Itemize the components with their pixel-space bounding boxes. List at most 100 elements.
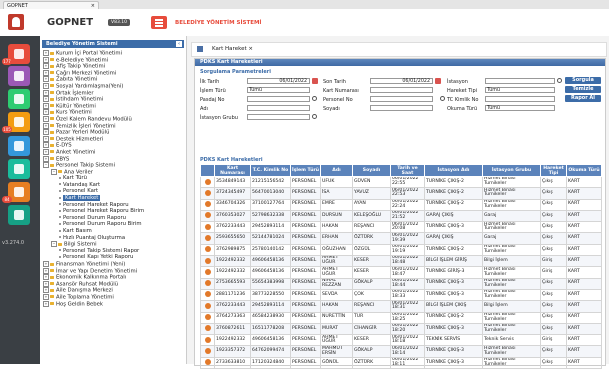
row-action-cell[interactable] [200,221,215,234]
sidebar-item[interactable]: + Sosyal Yardımlaşma(Yeni) [43,82,186,90]
search-icon[interactable] [312,114,317,119]
expand-icon[interactable]: + [43,129,49,136]
expand-icon[interactable]: + [43,267,49,274]
table-row[interactable]: 1922492332 49606458136 PERSONEL AHMET UĞUR K… [200,255,602,268]
sidebar-item[interactable]: + Zabıta Yönetimi [43,76,186,83]
collapse-icon[interactable]: − [51,241,57,248]
sidebar-item[interactable]: + Kurs Yönetimi [43,109,186,116]
expand-icon[interactable]: + [43,155,49,162]
detail-icon[interactable] [204,268,211,275]
okuma-turu-select[interactable]: Tümü [485,105,555,111]
expand-icon[interactable]: + [43,76,49,83]
sidebar-item[interactable]: + Özel Kalem Randevu Modülü [43,115,186,123]
row-action-cell[interactable] [200,243,215,257]
search-icon[interactable] [557,78,562,83]
sidebar-item[interactable]: + Aile Danışma Merkezi [43,287,186,294]
row-action-cell[interactable] [200,288,215,302]
detail-icon[interactable] [204,234,211,241]
detail-icon[interactable] [204,178,211,185]
istasyon-input[interactable] [485,78,555,84]
sidebar-item[interactable]: + Ekonomik Kalkınma Portalı [43,274,186,281]
settings-app-icon[interactable] [8,205,30,225]
expand-icon[interactable]: + [43,122,49,129]
ilk-tarih-input[interactable]: 06/01/2022 [247,78,310,84]
sidebar-item[interactable]: Vatandaş Kart [43,182,186,189]
expand-icon[interactable]: + [43,293,49,300]
row-action-cell[interactable] [200,255,215,268]
detail-icon[interactable] [204,189,211,196]
table-row[interactable]: 3534849143 21215156542 PERSONEL UFUK GÜVEN 06… [200,175,602,189]
row-action-cell[interactable] [200,198,215,211]
collapse-icon[interactable]: ‹ [176,41,182,47]
row-action-cell[interactable] [200,345,215,358]
chart-app-icon[interactable] [8,89,30,109]
detail-icon[interactable] [204,223,211,230]
expand-icon[interactable]: + [43,63,49,70]
column-header[interactable]: Tarih ve Saat [390,164,425,177]
sidebar-item[interactable]: + İstihdam Yönetimi [43,96,186,103]
search-icon[interactable] [440,96,445,101]
expand-icon[interactable]: + [43,280,49,287]
detail-icon[interactable] [204,257,211,264]
expand-icon[interactable]: + [43,261,49,267]
expand-icon[interactable]: + [43,96,49,103]
search-icon[interactable] [312,96,317,101]
expand-icon[interactable]: + [43,56,49,63]
tc-input[interactable] [485,96,555,102]
detail-icon[interactable] [204,246,211,253]
detail-icon[interactable] [204,302,211,309]
sidebar-item[interactable]: + Ortak İşlemler [43,89,186,97]
column-header[interactable] [200,164,215,177]
table-row[interactable]: 3724345497 56470013040 PERSONEL İSA YAVUZ 06/… [200,187,602,200]
column-header[interactable]: İşlem Türü [290,164,321,177]
sidebar-item[interactable]: Personel Durum Raporu [43,215,186,222]
expand-icon[interactable]: + [43,135,49,142]
detail-icon[interactable] [204,347,211,354]
row-action-cell[interactable] [200,334,215,347]
expand-icon[interactable]: + [43,142,49,149]
users-app-icon[interactable] [8,66,30,86]
calendar-icon[interactable] [312,78,318,84]
istasyon-grubu-input[interactable] [247,114,310,120]
sidebar-item[interactable]: + Destek Hizmetleri [43,135,186,143]
sidebar-item[interactable]: Personel Hareket Raporu Birim [43,208,186,215]
row-action-cell[interactable] [200,232,215,245]
detail-icon[interactable] [204,201,211,208]
son-tarih-input[interactable]: 06/01/2022 [370,78,433,84]
detail-icon[interactable] [204,212,211,219]
column-header[interactable]: İstasyon Adı [424,164,483,177]
expand-icon[interactable]: + [43,148,49,155]
detail-icon[interactable] [204,325,211,332]
sidebar-item[interactable]: + EBYS [43,155,186,163]
personel-no-input[interactable] [370,96,433,102]
collapse-icon[interactable]: − [51,168,57,175]
expand-icon[interactable]: + [43,109,49,116]
sidebar-item[interactable]: + e-Belediye Yönetimi [43,56,186,64]
sidebar-item[interactable]: + Kültür Yönetimi [43,102,186,110]
sidebar-item[interactable]: Kart Türü [43,175,186,182]
table-row[interactable]: 3762233443 29452893114 PERSONEL HAKAN REŞANC… [200,300,602,313]
sidebar-item[interactable]: Personel Kapı Yetki Raporu [43,254,186,261]
table-row[interactable]: 1922492332 49606458136 PERSONEL AHMET UĞUR K… [200,334,602,347]
sidebar-item[interactable]: Personel Hareket Raporu [43,202,186,209]
detail-icon[interactable] [204,314,211,321]
adi-input[interactable] [247,105,310,111]
expand-icon[interactable]: + [43,115,49,122]
detail-icon[interactable] [204,359,211,366]
sidebar-item[interactable]: Kart Basım [43,228,186,235]
islem-turu-select[interactable]: Tümü [247,87,310,93]
kart-no-input[interactable] [370,87,433,93]
puantaj-input[interactable] [247,96,310,102]
table-row[interactable]: 3760872611 16511778208 PERSONEL MURAT CİHANG… [200,322,602,336]
row-action-cell[interactable] [200,277,215,290]
temizle-button[interactable]: Temizle [565,86,601,93]
column-header[interactable]: Kart Numarası [214,164,251,177]
table-row[interactable]: 3346704326 37100127764 PERSONEL EMRE AYAN 06/… [200,198,602,211]
expand-icon[interactable]: + [43,69,49,76]
row-action-cell[interactable] [200,209,215,223]
detail-icon[interactable] [204,291,211,298]
row-action-cell[interactable] [200,300,215,313]
collapse-icon[interactable]: − [43,162,49,169]
expand-icon[interactable]: + [43,89,49,96]
sidebar-item[interactable]: + E-DYS [43,142,186,149]
